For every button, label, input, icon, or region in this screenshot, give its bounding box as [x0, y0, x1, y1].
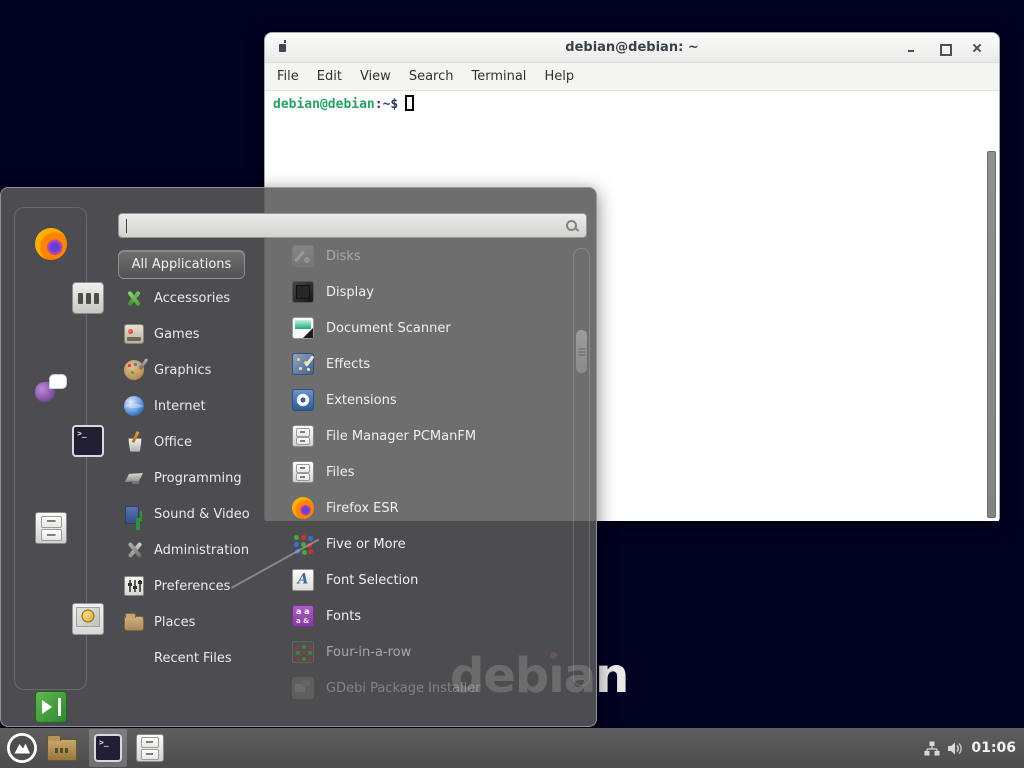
files-icon [292, 461, 314, 483]
app-files[interactable]: Files [284, 454, 564, 490]
menu-file[interactable]: File [268, 65, 308, 88]
effects-icon [292, 353, 314, 375]
app-disks[interactable]: Disks [284, 238, 564, 274]
category-graphics[interactable]: Graphics [118, 352, 284, 388]
accessories-icon [124, 288, 144, 308]
app-file-manager-pcmanfm[interactable]: File Manager PCManFM [284, 418, 564, 454]
terminal-titlebar[interactable]: debian@debian: ~ [265, 33, 999, 63]
app-firefox-esr[interactable]: Firefox ESR [284, 490, 564, 526]
disks-icon [292, 245, 314, 267]
search-input[interactable] [119, 214, 565, 237]
games-icon [124, 324, 144, 344]
app-list: Disks Display Document Scanner Effects E… [284, 238, 564, 706]
font-selection-icon [292, 569, 314, 591]
text-caret [126, 219, 127, 233]
menu-button[interactable] [6, 732, 38, 764]
maximize-icon[interactable] [938, 42, 950, 54]
prompt-symbol: $ [390, 97, 398, 112]
menu-terminal[interactable]: Terminal [462, 65, 535, 88]
graphics-icon [124, 360, 144, 380]
prompt-user-host: debian@debian [273, 97, 375, 112]
gdebi-icon [292, 677, 314, 699]
log-out-icon[interactable] [35, 691, 67, 723]
firefox-icon [292, 497, 314, 519]
network-icon[interactable] [924, 741, 940, 756]
prompt-separator: : [375, 97, 383, 112]
programming-icon [124, 468, 144, 488]
system-tray: 01:06 [924, 740, 1016, 756]
sound-video-icon [124, 504, 144, 524]
places-icon [124, 616, 144, 631]
favorites-column [14, 207, 87, 690]
files-launcher[interactable] [136, 734, 164, 762]
folder-icon [47, 739, 77, 761]
minimize-icon[interactable] [905, 42, 917, 54]
file-manager-icon [292, 425, 314, 447]
all-applications-button[interactable]: All Applications [118, 250, 245, 279]
four-in-a-row-icon [292, 641, 314, 663]
app-gdebi-package-installer[interactable]: GDebi Package Installer [284, 670, 564, 706]
app-fonts[interactable]: Fonts [284, 598, 564, 634]
app-four-in-a-row[interactable]: Four-in-a-row [284, 634, 564, 670]
terminal-task-button[interactable] [89, 729, 127, 767]
extensions-icon [292, 389, 314, 411]
terminal-icon[interactable] [72, 425, 104, 457]
category-internet[interactable]: Internet [118, 388, 284, 424]
category-administration[interactable]: Administration [118, 532, 284, 568]
app-list-scrollbar-thumb[interactable] [575, 329, 588, 374]
document-scanner-icon [292, 317, 314, 339]
category-accessories[interactable]: Accessories [118, 280, 284, 316]
app-display[interactable]: Display [284, 274, 564, 310]
file-manager-icon[interactable] [35, 512, 67, 544]
search-icon [565, 219, 579, 233]
pidgin-icon[interactable] [35, 372, 67, 404]
internet-icon [124, 396, 144, 416]
files-icon [136, 734, 164, 762]
category-list: Accessories Games Graphics Internet Offi… [118, 280, 284, 676]
app-extensions[interactable]: Extensions [284, 382, 564, 418]
application-menu: All Applications Accessories Games Graph… [0, 187, 597, 727]
app-list-scrollbar-track[interactable] [573, 248, 590, 686]
menu-edit[interactable]: Edit [308, 65, 351, 88]
taskbar: 01:06 [0, 728, 1024, 768]
volume-icon[interactable] [947, 741, 964, 756]
fonts-icon [292, 605, 314, 627]
terminal-icon [94, 734, 122, 762]
office-icon [124, 432, 144, 452]
folder-launcher[interactable] [47, 735, 77, 761]
category-programming[interactable]: Programming [118, 460, 284, 496]
terminal-menubar: File Edit View Search Terminal Help [265, 63, 999, 91]
app-effects[interactable]: Effects [284, 346, 564, 382]
lock-screen-icon[interactable] [72, 603, 104, 635]
terminal-title: debian@debian: ~ [565, 40, 698, 55]
category-office[interactable]: Office [118, 424, 284, 460]
display-icon [292, 281, 314, 303]
menu-view[interactable]: View [351, 65, 400, 88]
administration-icon [124, 540, 144, 560]
all-applications-label: All Applications [132, 257, 232, 272]
app-document-scanner[interactable]: Document Scanner [284, 310, 564, 346]
app-five-or-more[interactable]: Five or More [284, 526, 564, 562]
category-places[interactable]: Places [118, 604, 284, 640]
firefox-icon[interactable] [35, 228, 67, 260]
category-recent-files[interactable]: Recent Files [118, 640, 284, 676]
terminal-cursor [405, 95, 414, 111]
search-box [118, 213, 587, 238]
terminal-window-icon [279, 44, 286, 52]
category-games[interactable]: Games [118, 316, 284, 352]
close-icon[interactable] [971, 42, 983, 54]
category-sound-video[interactable]: Sound & Video [118, 496, 284, 532]
clock[interactable]: 01:06 [971, 740, 1016, 756]
preferences-icon [124, 576, 144, 596]
menu-help[interactable]: Help [535, 65, 583, 88]
menu-search[interactable]: Search [400, 65, 463, 88]
app-font-selection[interactable]: Font Selection [284, 562, 564, 598]
terminal-scrollbar[interactable] [987, 151, 996, 518]
software-icon[interactable] [72, 282, 104, 314]
